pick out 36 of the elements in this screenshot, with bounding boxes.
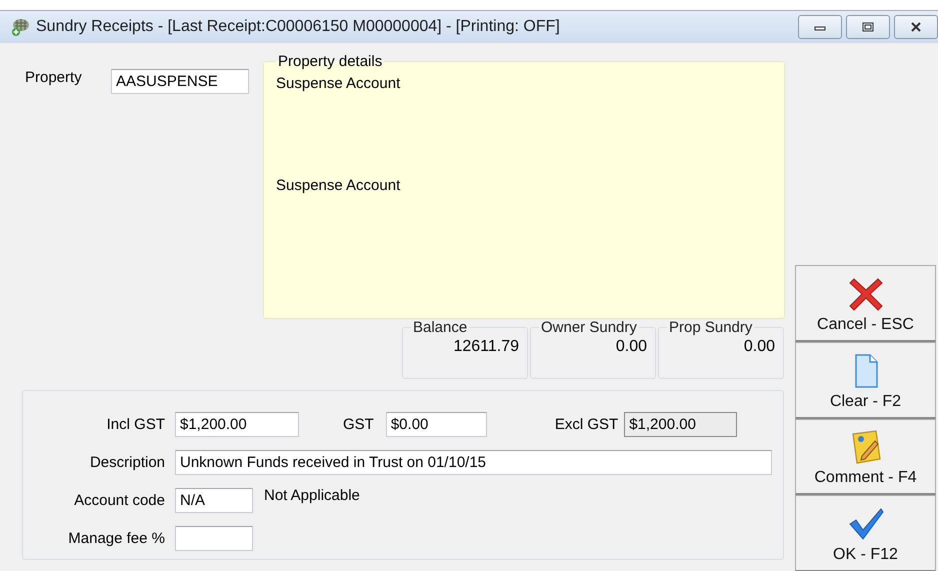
property-label: Property <box>25 69 83 86</box>
restore-icon <box>861 22 875 32</box>
description-field[interactable]: Unknown Funds received in Trust on 01/10/15 <box>175 450 772 474</box>
account-code-label: Account code <box>73 492 165 508</box>
excl-gst-label: Excl GST <box>554 416 618 432</box>
ok-button[interactable]: OK - F12 <box>795 495 936 571</box>
comment-button[interactable]: Comment - F4 <box>795 418 936 496</box>
property-details-legend: Property details <box>276 53 384 70</box>
account-code-description: Not Applicable <box>264 487 360 504</box>
total-value: 0.00 <box>614 338 647 356</box>
window-title: Sundry Receipts - [Last Receipt:C00006150 M00000004] - [Printing: OFF] <box>36 18 560 36</box>
property-field[interactable]: AASUSPENSE <box>111 69 249 94</box>
manage-fee-field[interactable] <box>175 526 253 550</box>
close-button[interactable] <box>894 15 938 39</box>
property-name: Suspense Account <box>276 74 402 94</box>
property-address: Suspense Account <box>276 176 402 196</box>
incl-gst-label: Incl GST <box>106 416 165 432</box>
total-value: 12611.79 <box>452 338 519 356</box>
cross-icon <box>848 276 884 312</box>
minimize-button[interactable] <box>798 15 842 39</box>
close-icon <box>909 22 923 32</box>
cancel-button[interactable]: Cancel - ESC <box>795 265 936 342</box>
check-icon <box>848 506 884 542</box>
app-icon <box>10 17 30 37</box>
clear-button[interactable]: Clear - F2 <box>795 342 936 418</box>
gst-label: GST <box>343 416 374 432</box>
account-code-field[interactable]: N/A <box>175 488 253 512</box>
total-value: 0.00 <box>742 338 775 356</box>
total-label: Owner Sundry <box>540 319 638 336</box>
total-label: Prop Sundry <box>668 319 754 336</box>
gst-field[interactable]: $0.00 <box>386 412 487 436</box>
maximize-button[interactable] <box>846 15 890 39</box>
total-label: Balance <box>412 319 468 336</box>
manage-fee-label: Manage fee % <box>67 530 165 546</box>
incl-gst-field[interactable]: $1,200.00 <box>175 412 299 436</box>
description-label: Description <box>88 454 165 470</box>
